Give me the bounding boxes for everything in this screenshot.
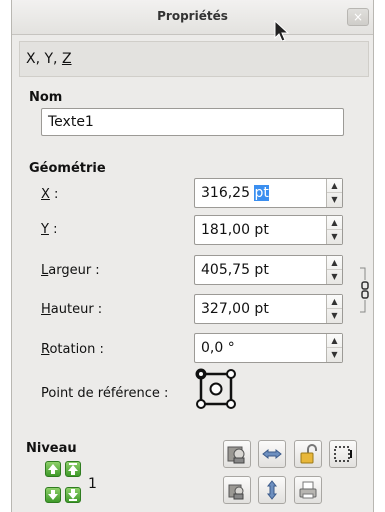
flip-horizontal-icon bbox=[262, 448, 282, 460]
rotation-increment-button[interactable]: ▲ bbox=[327, 334, 342, 348]
height-label-accel: H bbox=[41, 302, 51, 317]
level-top-button[interactable] bbox=[65, 461, 81, 477]
y-value: 181,00 pt bbox=[201, 222, 269, 238]
height-label-rest: auteur : bbox=[50, 302, 103, 317]
name-field[interactable]: Texte1 bbox=[41, 108, 344, 136]
height-value: 327,00 pt bbox=[201, 301, 269, 317]
level-down-button[interactable] bbox=[45, 487, 61, 503]
x-value: 316,25 pt bbox=[201, 185, 269, 201]
width-decrement-button[interactable]: ▼ bbox=[327, 270, 342, 284]
width-spin-buttons: ▲ ▼ bbox=[326, 256, 342, 284]
height-increment-button[interactable]: ▲ bbox=[327, 295, 342, 309]
height-decrement-button[interactable]: ▼ bbox=[327, 309, 342, 323]
rotation-decrement-button[interactable]: ▼ bbox=[327, 348, 342, 362]
lock-position-button[interactable] bbox=[223, 440, 251, 468]
flip-horizontal-button[interactable] bbox=[258, 440, 286, 468]
x-label: X : bbox=[41, 187, 58, 202]
tab-xyz-label: X, Y, Z bbox=[26, 51, 72, 67]
stamp-small-icon bbox=[228, 484, 244, 500]
geometry-heading: Géométrie bbox=[29, 161, 106, 176]
tab-xyz[interactable]: X, Y, Z bbox=[19, 41, 369, 77]
frame-icon bbox=[334, 446, 352, 462]
rotation-label: Rotation : bbox=[41, 342, 104, 357]
y-label-rest: : bbox=[48, 222, 58, 237]
arrow-down-icon bbox=[48, 490, 58, 500]
unlock-icon bbox=[300, 444, 317, 464]
x-value-selected: pt bbox=[254, 185, 269, 201]
y-label-accel: Y bbox=[41, 222, 49, 237]
y-spinbox[interactable]: 181,00 pt ▲ ▼ bbox=[194, 215, 343, 245]
flip-vertical-icon bbox=[266, 480, 278, 500]
flip-vertical-button[interactable] bbox=[258, 476, 286, 504]
width-spinbox[interactable]: 405,75 pt ▲ ▼ bbox=[194, 255, 343, 285]
level-heading: Niveau bbox=[26, 441, 77, 456]
x-spin-buttons: ▲ ▼ bbox=[326, 179, 342, 207]
height-label: Hauteur : bbox=[41, 302, 102, 317]
tab-xyz-accel: Z bbox=[61, 51, 72, 67]
rotation-spinbox[interactable]: 0,0 ° ▲ ▼ bbox=[194, 333, 343, 363]
level-up-button[interactable] bbox=[45, 461, 61, 477]
chain-link-icon[interactable] bbox=[360, 266, 370, 314]
rotation-spin-buttons: ▲ ▼ bbox=[326, 334, 342, 362]
properties-window: Propriétés × X, Y, Z Nom Texte1 Géométri… bbox=[11, 0, 374, 512]
reference-point-label: Point de référence : bbox=[41, 386, 169, 401]
level-value: 1 bbox=[88, 476, 97, 492]
y-decrement-button[interactable]: ▼ bbox=[327, 230, 342, 244]
x-increment-button[interactable]: ▲ bbox=[327, 179, 342, 193]
close-button[interactable]: × bbox=[347, 8, 369, 26]
arrow-up-icon bbox=[48, 464, 58, 474]
x-value-plain: 316,25 bbox=[201, 185, 255, 201]
arrow-bottom-icon bbox=[68, 489, 78, 501]
height-spinbox[interactable]: 327,00 pt ▲ ▼ bbox=[194, 294, 343, 324]
y-increment-button[interactable]: ▲ bbox=[327, 216, 342, 230]
width-label-rest: argeur : bbox=[48, 263, 100, 278]
height-spin-buttons: ▲ ▼ bbox=[326, 295, 342, 323]
unlock-button[interactable] bbox=[294, 440, 322, 468]
y-spin-buttons: ▲ ▼ bbox=[326, 216, 342, 244]
rotation-label-rest: otation : bbox=[49, 342, 104, 357]
x-label-rest: : bbox=[49, 187, 59, 202]
x-label-accel: X bbox=[41, 187, 50, 202]
title-bar[interactable]: Propriétés × bbox=[12, 0, 373, 35]
printer-icon bbox=[299, 481, 317, 499]
name-heading: Nom bbox=[29, 90, 63, 105]
tab-xyz-prefix: X, Y, bbox=[26, 51, 62, 67]
frame-selection-button[interactable] bbox=[329, 440, 357, 468]
x-spinbox[interactable]: 316,25 pt ▲ ▼ bbox=[194, 178, 343, 208]
lock-size-button[interactable] bbox=[223, 476, 251, 504]
arrow-top-icon bbox=[68, 463, 78, 475]
print-disabled-button[interactable] bbox=[294, 476, 322, 504]
y-label: Y : bbox=[41, 222, 57, 237]
stamp-icon bbox=[227, 446, 245, 464]
rotation-value: 0,0 ° bbox=[201, 340, 235, 356]
width-value: 405,75 pt bbox=[201, 262, 269, 278]
width-label: Largeur : bbox=[41, 263, 100, 278]
width-increment-button[interactable]: ▲ bbox=[327, 256, 342, 270]
x-decrement-button[interactable]: ▼ bbox=[327, 193, 342, 207]
level-bottom-button[interactable] bbox=[65, 487, 81, 503]
reference-point-selector[interactable] bbox=[193, 366, 239, 412]
window-title: Propriétés bbox=[157, 9, 228, 23]
